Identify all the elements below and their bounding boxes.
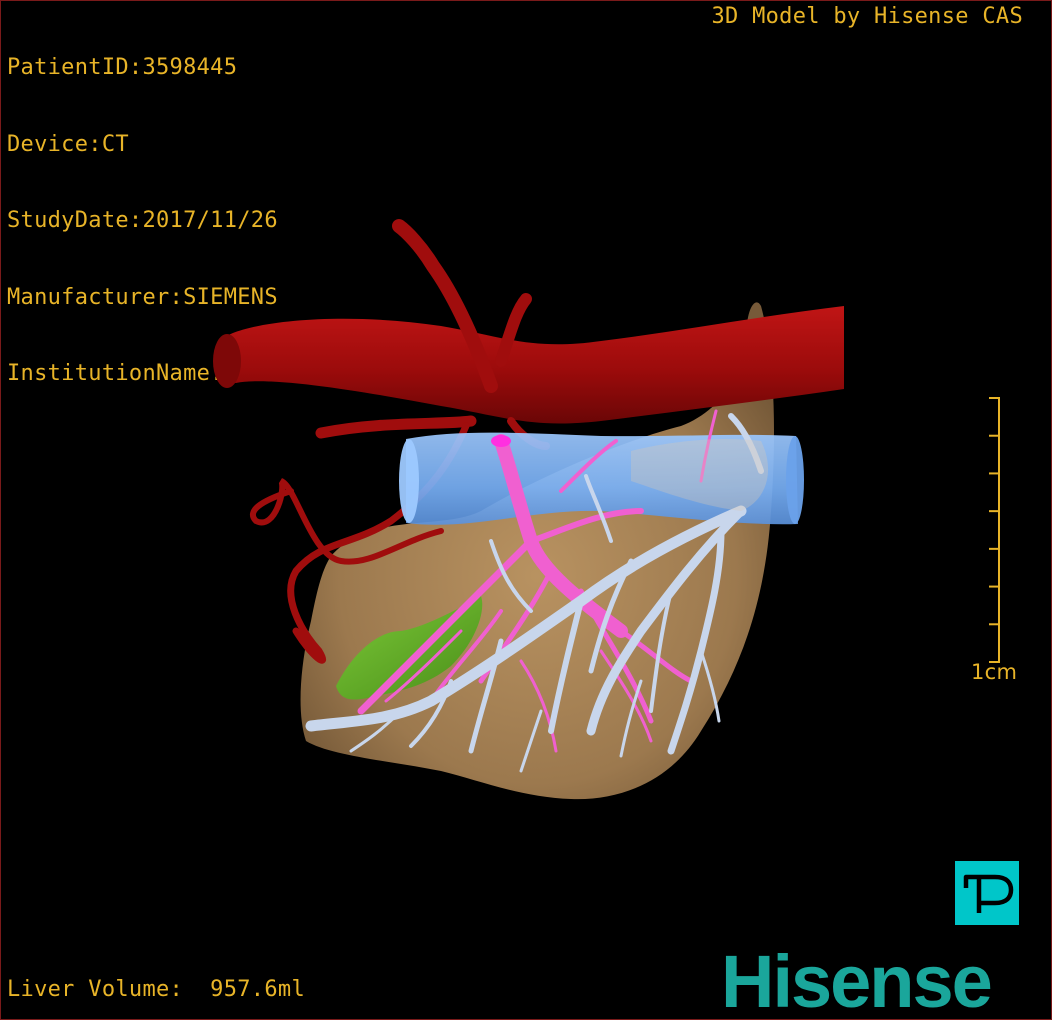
liver-3d-model[interactable]	[201, 211, 861, 811]
p-button[interactable]	[955, 861, 1019, 925]
logo-wordmark: Hisense	[721, 941, 991, 1017]
model-brand-tag: 3D Model by Hisense CAS	[711, 4, 1023, 29]
p-letter-icon	[963, 874, 1014, 913]
liver-volume: Liver Volume: 957.6ml	[7, 977, 305, 1002]
hisense-logo: Hisense	[721, 941, 993, 1017]
device: Device:CT	[7, 131, 129, 157]
hepatic-artery	[315, 415, 477, 439]
scale-bar	[989, 397, 1000, 663]
scale-label: 1cm	[971, 660, 1018, 684]
ivc-left-cap	[399, 439, 419, 523]
3d-viewer-viewport[interactable]: PatientID:3598445 Device:CT StudyDate:20…	[0, 0, 1052, 1020]
ivc-right-cap	[786, 436, 804, 524]
patient-id: PatientID:3598445	[7, 55, 238, 80]
aorta-cap	[213, 334, 241, 388]
